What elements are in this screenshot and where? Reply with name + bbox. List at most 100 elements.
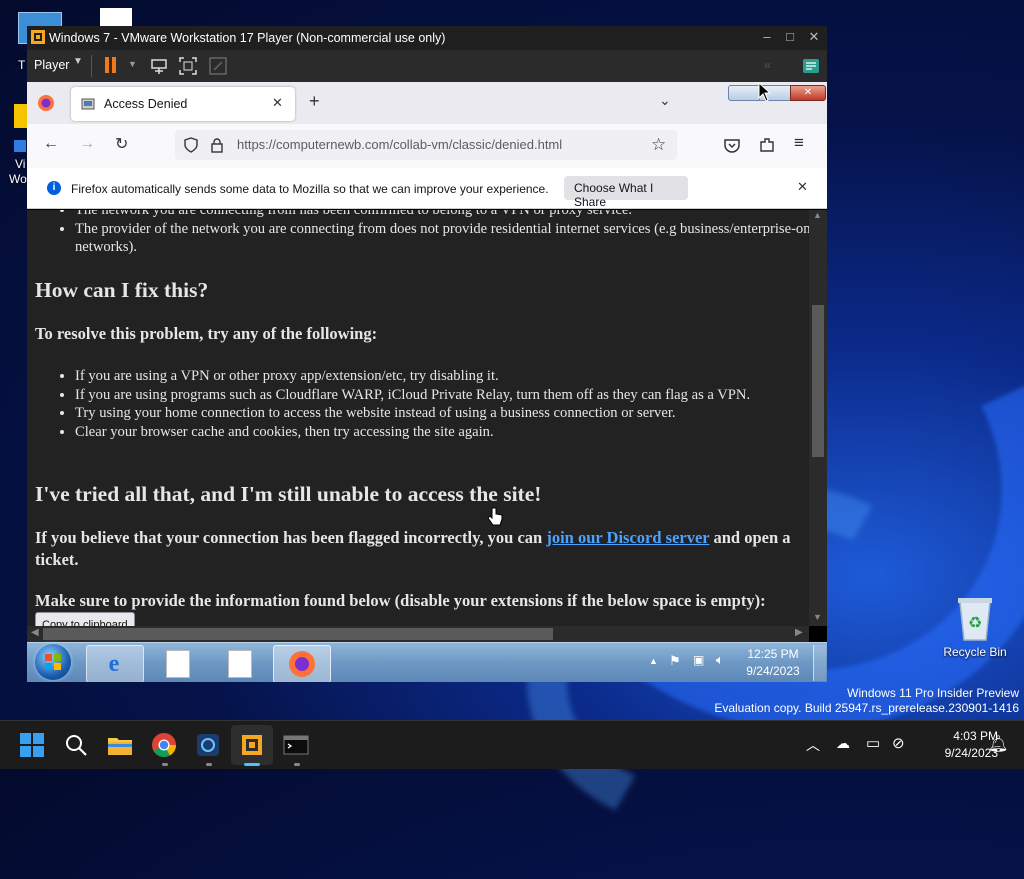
page-content: The network you are connecting from has … <box>27 210 809 626</box>
vmware-toolbar: Player ▼ ▼ « <box>27 50 827 82</box>
app-icon-dark[interactable] <box>192 729 224 761</box>
guest-date: 9/24/2023 <box>746 664 800 678</box>
tray-volume-muted-icon[interactable]: ⊘ <box>892 734 905 752</box>
guest-screen[interactable]: Access Denied ✕ + ⌄ ✕ ← → ↻ https://comp… <box>27 82 827 682</box>
show-hidden-icons-button[interactable]: ▲ <box>649 656 658 666</box>
notification-bell-icon[interactable]: 🔔︎ <box>988 734 1008 754</box>
taskbar-file-button-2[interactable] <box>211 645 267 681</box>
scroll-left-icon[interactable]: ◀ <box>31 627 39 638</box>
tab-close-icon[interactable]: ✕ <box>272 95 283 111</box>
host-clock[interactable]: 4:03 PM 9/24/2023 <box>918 728 998 762</box>
scroll-down-icon[interactable]: ▼ <box>813 612 822 622</box>
pocket-icon[interactable] <box>723 137 741 155</box>
file-icon <box>166 650 190 678</box>
terminal-running-indicator <box>294 763 300 766</box>
send-ctrl-alt-del-icon[interactable] <box>149 56 169 76</box>
search-icon[interactable] <box>60 729 92 761</box>
data-notification-bar: i Firefox automatically sends some data … <box>27 168 827 209</box>
vertical-scrollbar[interactable]: ▲ ▼ <box>809 210 827 626</box>
discord-link[interactable]: join our Discord server <box>546 528 709 547</box>
horizontal-scrollbar[interactable]: ◀ ▶ <box>27 626 809 642</box>
fix-steps-list: If you are using a VPN or other proxy ap… <box>27 367 809 441</box>
lock-icon[interactable] <box>209 137 225 153</box>
vmware-active-indicator <box>244 763 260 766</box>
scroll-right-icon[interactable]: ▶ <box>795 627 803 638</box>
chrome-running-indicator <box>162 763 168 766</box>
taskbar-ie-button[interactable]: e <box>86 645 144 682</box>
guest-clock[interactable]: 12:25 PM 9/24/2023 <box>743 646 803 680</box>
scroll-up-icon[interactable]: ▲ <box>813 210 822 220</box>
horizontal-scroll-thumb[interactable] <box>43 628 553 640</box>
vmware-titlebar[interactable]: Windows 7 - VMware Workstation 17 Player… <box>27 26 827 50</box>
guest-minimize-button[interactable] <box>728 85 760 101</box>
reload-button[interactable]: ↻ <box>115 134 128 154</box>
back-button[interactable]: ← <box>43 135 59 153</box>
tab-access-denied[interactable]: Access Denied ✕ <box>71 87 295 121</box>
host-taskbar: ︿ ☁ ▭ ⊘ 4:03 PM 9/24/2023 🔔︎ <box>0 720 1024 769</box>
pause-dropdown-icon[interactable]: ▼ <box>128 59 137 69</box>
notes-icon[interactable] <box>801 56 821 76</box>
recycle-bin-icon: ♻ <box>958 598 992 641</box>
app-running-indicator <box>206 763 212 766</box>
vmware-window-title: Windows 7 - VMware Workstation 17 Player… <box>49 31 446 45</box>
vertical-scroll-thumb[interactable] <box>812 305 824 457</box>
internet-explorer-icon: e <box>108 651 120 677</box>
player-menu-chevron-icon: ▼ <box>73 56 83 67</box>
desktop-icon-label-1: T <box>18 58 26 72</box>
discord-paragraph: If you believe that your connection has … <box>35 528 791 569</box>
firefox-tabbar: Access Denied ✕ + ⌄ ✕ <box>27 82 827 124</box>
windows-flag-icon <box>45 654 61 670</box>
chrome-icon[interactable] <box>148 729 180 761</box>
action-center-flag-icon[interactable]: ⚑ <box>669 653 681 669</box>
pause-icon <box>105 57 109 73</box>
guest-time: 12:25 PM <box>747 647 799 661</box>
firefox-menu-icon[interactable] <box>37 94 55 112</box>
forward-button: → <box>79 135 95 152</box>
bookmark-star-icon[interactable]: ☆ <box>651 135 666 155</box>
firefox-navbar: ← → ↻ https://computernewb.com/collab-vm… <box>27 124 827 169</box>
host-time: 4:03 PM <box>953 729 998 743</box>
url-bar[interactable]: https://computernewb.com/collab-vm/class… <box>175 130 677 160</box>
notification-text: Firefox automatically sends some data to… <box>71 182 549 196</box>
recycle-bin[interactable]: ♻ Recycle Bin <box>940 594 1010 664</box>
app-menu-icon[interactable]: ≡ <box>794 133 804 153</box>
show-desktop-button[interactable] <box>813 645 826 681</box>
tray-cloud-icon[interactable]: ☁ <box>836 735 850 752</box>
show-hidden-icons-chevron[interactable]: ︿ <box>806 735 820 755</box>
copy-to-clipboard-button[interactable]: Copy to clipboard <box>35 612 135 626</box>
info-paragraph: Make sure to provide the information fou… <box>35 590 805 626</box>
guest-close-button[interactable]: ✕ <box>790 85 826 101</box>
player-menu[interactable]: Player <box>34 58 69 72</box>
terminal-icon[interactable] <box>280 729 312 761</box>
list-all-tabs-icon[interactable]: ⌄ <box>659 92 671 109</box>
network-icon[interactable]: ▣ <box>693 653 704 667</box>
vpn-reasons-list: The network you are connecting from has … <box>27 210 809 257</box>
resolve-intro: To resolve this problem, try any of the … <box>35 324 378 343</box>
host-date: 9/24/2023 <box>944 746 998 760</box>
fullscreen-icon[interactable] <box>178 56 198 76</box>
vmware-taskbar-button[interactable] <box>231 725 273 765</box>
extensions-icon[interactable] <box>758 136 776 154</box>
close-button[interactable]: ✕ <box>804 29 824 45</box>
desktop-icon-partial-2[interactable] <box>14 104 28 128</box>
taskbar-firefox-button[interactable] <box>273 645 331 682</box>
start-button-icon[interactable] <box>16 729 48 761</box>
volume-icon[interactable]: 🔈︎ <box>716 652 724 668</box>
minimize-button[interactable]: – <box>757 29 777 44</box>
notification-close-icon[interactable]: ✕ <box>797 179 808 195</box>
maximize-button[interactable]: □ <box>780 29 800 44</box>
heading-still-unable: I've tried all that, and I'm still unabl… <box>35 482 542 506</box>
tray-network-icon[interactable]: ▭ <box>866 734 880 752</box>
pause-button[interactable] <box>105 57 119 75</box>
recycle-bin-label: Recycle Bin <box>943 645 1007 659</box>
taskbar-file-button-1[interactable] <box>149 645 205 681</box>
new-tab-button[interactable]: + <box>309 91 320 112</box>
tracking-shield-icon[interactable] <box>183 137 199 153</box>
svg-text:♻: ♻ <box>968 613 982 632</box>
file-explorer-icon[interactable] <box>104 729 136 761</box>
start-orb-button[interactable] <box>35 644 71 680</box>
choose-what-i-share-button[interactable]: Choose What I Share <box>564 176 688 209</box>
desktop-icon-label-2: Vi <box>15 157 26 171</box>
desktop-icon-label-3: Wo <box>9 172 27 186</box>
file-icon <box>228 650 252 678</box>
